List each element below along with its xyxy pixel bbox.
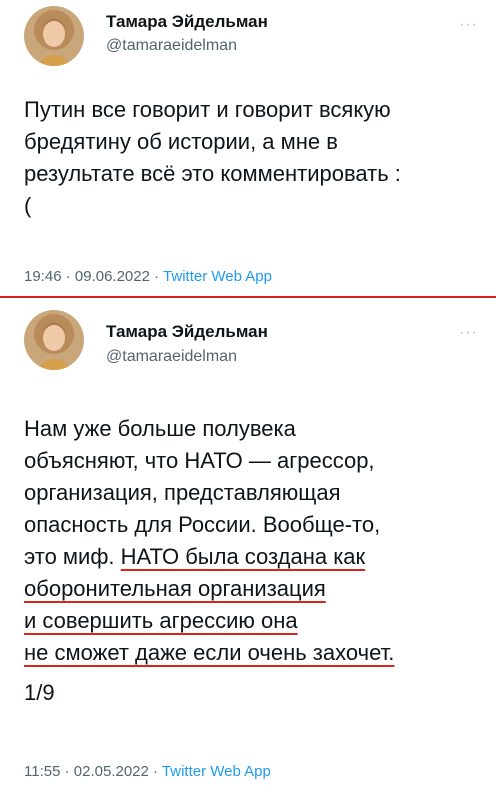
tweet-time[interactable]: 11:55 xyxy=(24,763,60,780)
tweet-text-line: объясняют, что НАТО — агрессор, xyxy=(24,448,375,473)
tweet-text-line: бредятину об истории, а мне в xyxy=(24,129,338,154)
tweet-text-line: результате всё это комментировать : xyxy=(24,161,401,186)
meta-separator: · xyxy=(61,268,75,285)
meta-separator: · xyxy=(149,268,164,285)
avatar[interactable] xyxy=(24,6,84,66)
author-handle[interactable]: @tamaraeidelman xyxy=(106,348,237,366)
tweet-text-line: Нам уже больше полувека xyxy=(24,416,296,441)
meta-separator: · xyxy=(148,763,162,780)
author-name[interactable]: Тамара Эйдельман xyxy=(106,322,268,342)
tweet-text-line: оборонительная организация xyxy=(24,573,484,605)
tweet-meta: 11:55 · 02.05.2022 · Twitter Web App xyxy=(24,763,271,780)
underlined-text: и совершить агрессию она xyxy=(24,608,298,633)
tweet-source-app[interactable]: Twitter Web App xyxy=(162,763,271,780)
tweet-text-line: не сможет даже если очень захочет. xyxy=(24,637,484,669)
underlined-text: НАТО была создана как xyxy=(120,544,366,569)
tweet-text: Путин все говорит и говорит всякую бредя… xyxy=(24,94,484,222)
tweet-date[interactable]: 02.05.2022 xyxy=(74,763,149,780)
tweet-meta: 19:46 · 09.06.2022 · Twitter Web App xyxy=(24,268,272,285)
tweet-text-line: организация, представляющая xyxy=(24,480,341,505)
tweet-2: Тамара Эйдельман @tamaraeidelman ··· Нам… xyxy=(0,298,496,800)
avatar[interactable] xyxy=(24,310,84,370)
author-handle[interactable]: @tamaraeidelman xyxy=(106,37,237,55)
meta-separator: · xyxy=(60,763,74,780)
tweet-text: Нам уже больше полувека объясняют, что Н… xyxy=(24,413,484,709)
more-options-icon[interactable]: ··· xyxy=(459,16,478,34)
more-options-icon[interactable]: ··· xyxy=(459,324,478,342)
underlined-text: не сможет даже если очень захочет. xyxy=(24,640,395,665)
tweet-text-segment: это миф. xyxy=(24,544,121,569)
tweet-text-line: Путин все говорит и говорит всякую xyxy=(24,97,391,122)
tweet-date[interactable]: 09.06.2022 xyxy=(75,268,150,285)
tweet-source-app[interactable]: Twitter Web App xyxy=(163,268,272,285)
underlined-text: оборонительная организация xyxy=(24,576,326,601)
tweet-1: Тамара Эйдельман @tamaraeidelman ··· Пут… xyxy=(0,0,496,296)
tweet-text-line: опасность для России. Вообще-то, xyxy=(24,512,381,537)
thread-counter: 1/9 xyxy=(24,680,55,705)
tweet-time[interactable]: 19:46 xyxy=(24,268,62,285)
tweet-text-line: ( xyxy=(24,193,32,218)
tweet-text-line: это миф. НАТО была создана как xyxy=(24,541,484,573)
tweet-text-line: и совершить агрессию она xyxy=(24,605,484,637)
author-name[interactable]: Тамара Эйдельман xyxy=(106,12,268,32)
